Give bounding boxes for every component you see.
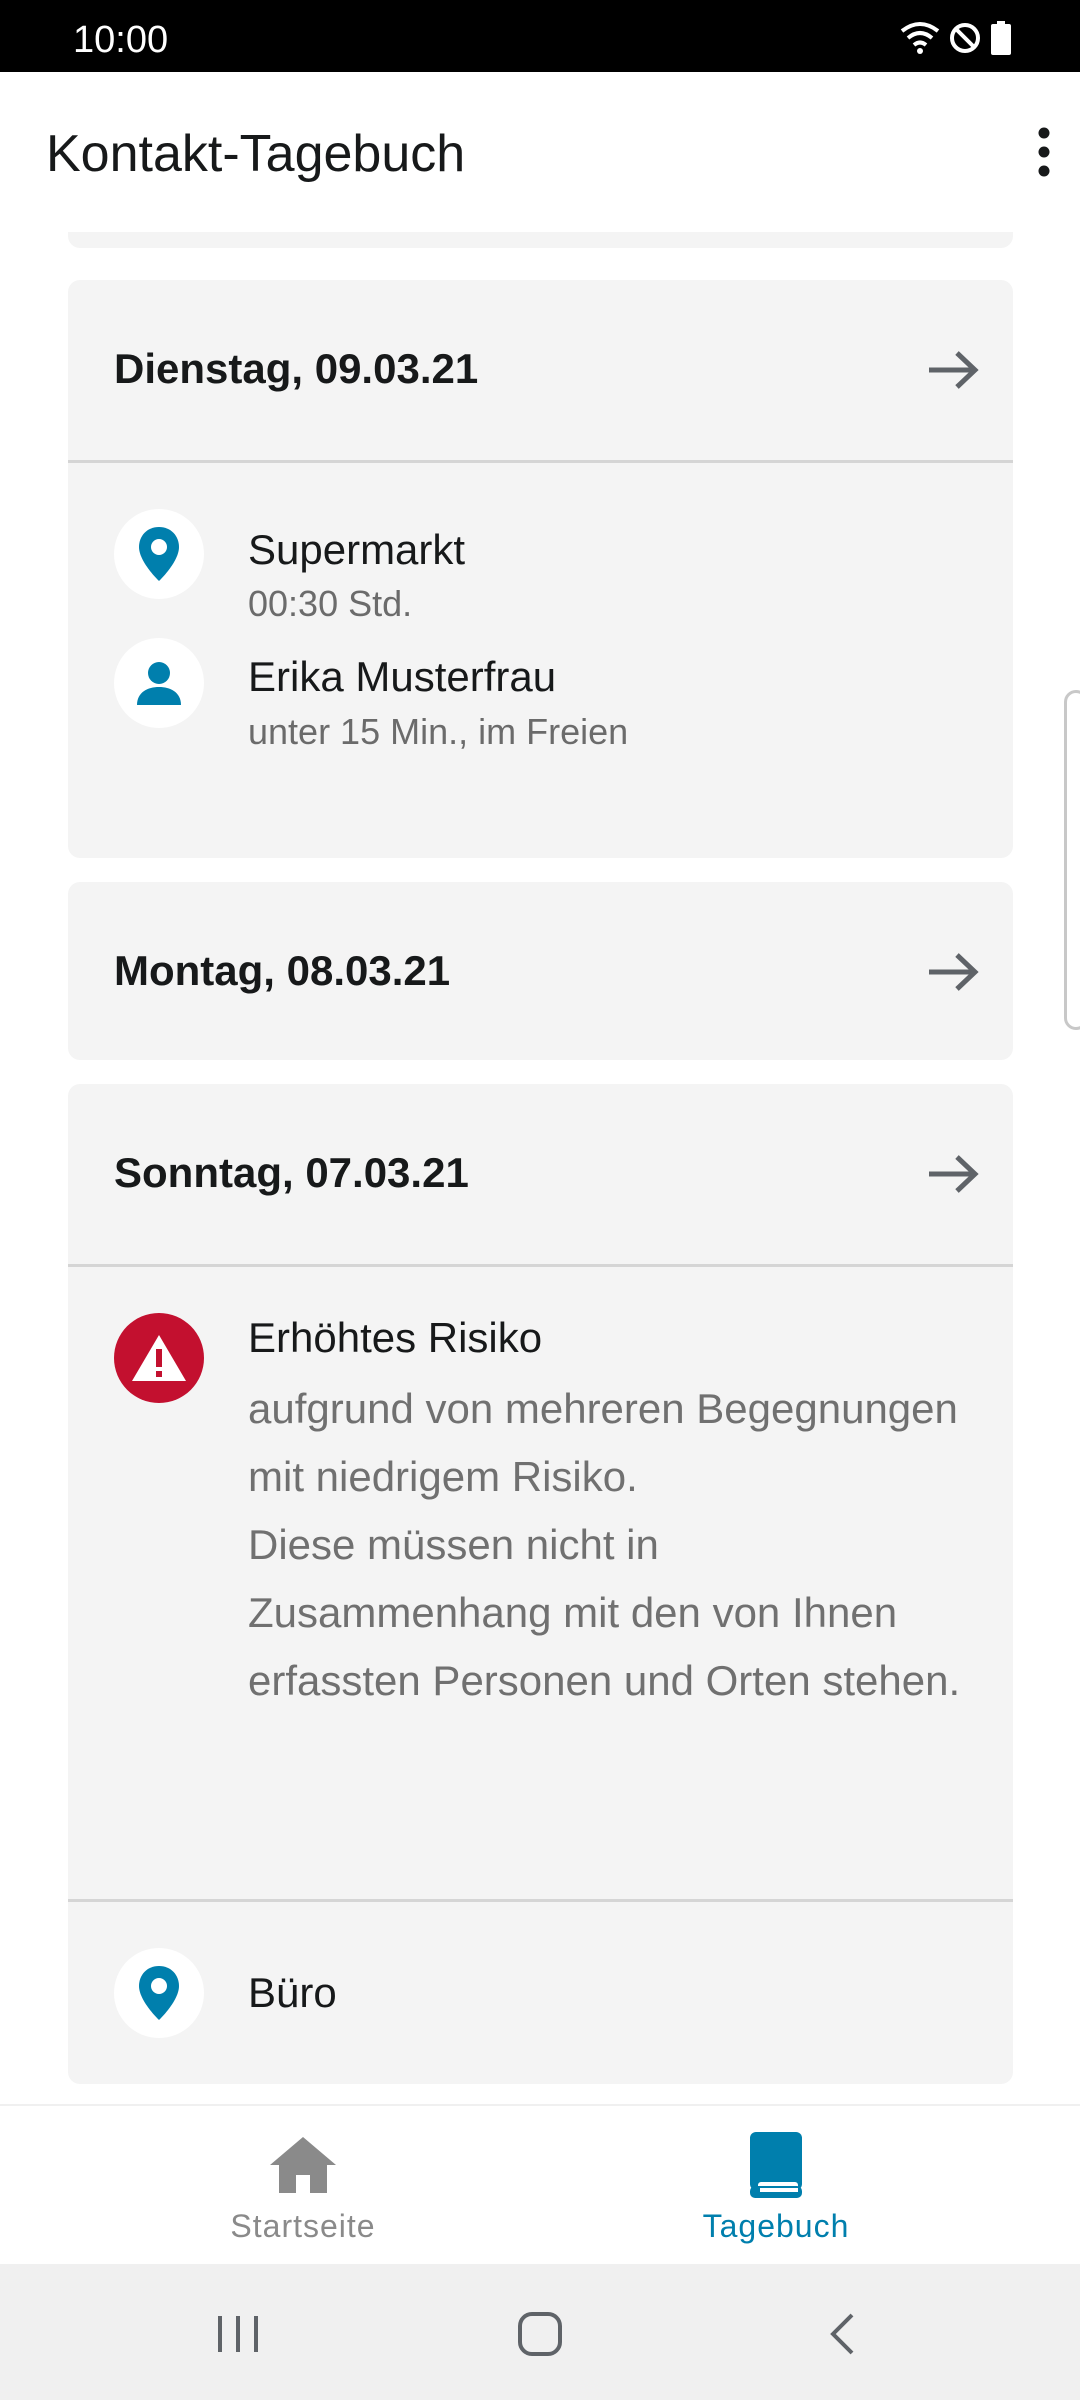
app-bar: Kontakt-Tagebuch <box>0 72 1080 232</box>
nav-item-startseite[interactable]: Startseite <box>153 2106 453 2266</box>
risk-badge <box>114 1313 204 1403</box>
more-vert-icon <box>1038 127 1050 177</box>
entry-subtitle: unter 15 Min., im Freien <box>248 711 629 752</box>
list-item: Büro <box>68 1902 1013 2082</box>
back-chevron-icon <box>830 2313 854 2355</box>
day-title: Sonntag, 07.03.21 <box>114 1149 469 1196</box>
day-header[interactable]: Sonntag, 07.03.21 <box>68 1084 1013 1264</box>
entry-icon-badge <box>114 1948 204 2038</box>
system-navigation-bar <box>0 2264 1080 2400</box>
arrow-right-icon <box>929 351 979 389</box>
previous-day-card <box>68 232 1013 248</box>
battery-icon <box>990 20 1012 60</box>
list-item: Supermarkt 00:30 Std. <box>68 463 1013 638</box>
status-icons <box>900 20 1012 60</box>
day-card: Dienstag, 09.03.21 Supermarkt 00:30 Std.… <box>68 280 1013 858</box>
recent-apps-icon <box>218 2316 258 2352</box>
arrow-right-icon <box>929 953 979 991</box>
entry-icon-badge <box>114 509 204 599</box>
page-title: Kontakt-Tagebuch <box>46 125 466 183</box>
open-day-button[interactable] <box>923 942 983 1002</box>
location-pin-icon <box>139 527 179 581</box>
open-day-button[interactable] <box>923 1144 983 1204</box>
entry-title: Erika Musterfrau <box>248 653 557 700</box>
day-title: Dienstag, 09.03.21 <box>114 345 479 392</box>
entry-subtitle: 00:30 Std. <box>248 583 413 624</box>
status-bar: 10:00 <box>0 0 1080 72</box>
entry-title: Supermarkt <box>248 526 466 573</box>
bottom-navigation: Startseite Tagebuch <box>0 2104 1080 2264</box>
open-day-button[interactable] <box>923 340 983 400</box>
book-icon <box>741 2130 811 2200</box>
nav-label: Tagebuch <box>702 2208 850 2244</box>
wifi-icon <box>900 21 940 60</box>
day-title: Montag, 08.03.21 <box>114 947 451 994</box>
home-outline-icon <box>518 2312 562 2356</box>
do-not-disturb-icon <box>948 21 982 60</box>
risk-title: Erhöhtes Risiko <box>248 1314 543 1361</box>
warning-icon <box>132 1335 186 1381</box>
status-time: 10:00 <box>73 19 169 61</box>
day-card: Montag, 08.03.21 <box>68 882 1013 1060</box>
recent-apps-button[interactable] <box>198 2294 278 2374</box>
back-button[interactable] <box>802 2294 882 2374</box>
location-pin-icon <box>139 1966 179 2020</box>
risk-notice: Erhöhtes Risiko aufgrund von mehreren Be… <box>68 1267 1013 1899</box>
nav-item-tagebuch[interactable]: Tagebuch <box>626 2106 926 2266</box>
home-button[interactable] <box>500 2294 580 2374</box>
person-icon <box>137 662 181 705</box>
list-item: Erika Musterfrau unter 15 Min., im Freie… <box>68 638 1013 858</box>
risk-description: aufgrund von mehreren Begegnungen mit ni… <box>248 1385 961 1704</box>
day-card: Sonntag, 07.03.21 Erhöhtes Risiko aufgru… <box>68 1084 1013 2084</box>
scrollbar-handle[interactable] <box>1064 690 1080 1030</box>
arrow-right-icon <box>929 1155 979 1193</box>
diary-list[interactable]: Dienstag, 09.03.21 Supermarkt 00:30 Std.… <box>0 232 1080 2104</box>
home-icon <box>268 2130 338 2200</box>
overflow-menu-button[interactable] <box>1008 112 1080 192</box>
entry-icon-badge <box>114 638 204 728</box>
nav-label: Startseite <box>230 2208 376 2244</box>
entry-title: Büro <box>248 1969 337 2016</box>
day-header[interactable]: Montag, 08.03.21 <box>68 882 1013 1060</box>
day-header[interactable]: Dienstag, 09.03.21 <box>68 280 1013 460</box>
